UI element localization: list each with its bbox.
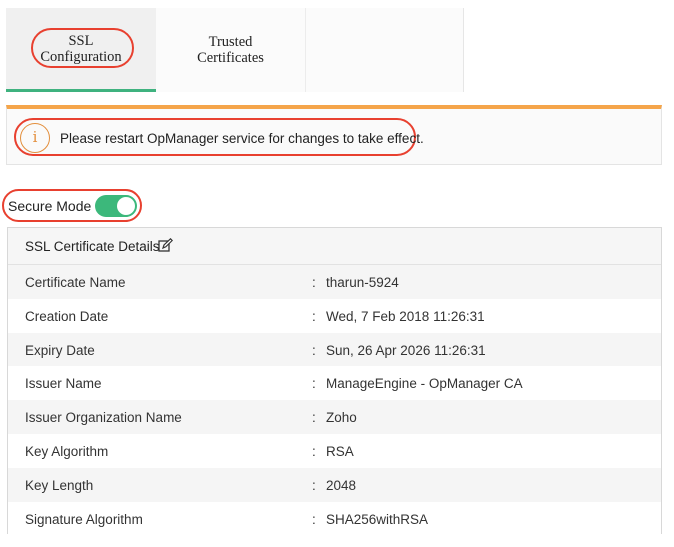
- row-label: Issuer Organization Name: [25, 410, 182, 426]
- toggle-knob: [117, 197, 135, 215]
- table-row: Issuer Name : ManageEngine - OpManager C…: [8, 366, 661, 401]
- row-label: Signature Algorithm: [25, 511, 143, 527]
- secure-mode-toggle[interactable]: [95, 195, 137, 217]
- row-value: 2048: [326, 477, 357, 493]
- row-label: Key Algorithm: [25, 443, 109, 459]
- edit-icon[interactable]: [158, 238, 173, 253]
- table-row: Expiry Date : Sun, 26 Apr 2026 11:26:31: [8, 332, 661, 367]
- row-separator: :: [312, 511, 316, 527]
- table-row: Signature Algorithm : SHA256withRSA: [8, 501, 661, 536]
- table-row: Certificate Name : tharun-5924: [8, 265, 661, 299]
- info-icon: i: [20, 123, 50, 153]
- row-label: Key Length: [25, 477, 94, 493]
- row-separator: :: [312, 308, 316, 324]
- row-value: Zoho: [326, 410, 357, 426]
- row-separator: :: [312, 443, 316, 459]
- row-label: Issuer Name: [25, 376, 102, 392]
- row-value: RSA: [326, 443, 354, 459]
- table-row: Key Algorithm : RSA: [8, 433, 661, 468]
- tab-label: Trusted Certificates: [197, 34, 264, 66]
- tab-label: SSL Configuration: [40, 32, 122, 65]
- row-separator: :: [312, 342, 316, 358]
- panel-header: SSL Certificate Details: [8, 228, 661, 265]
- tab-ssl-configuration[interactable]: SSL Configuration: [6, 8, 156, 92]
- row-label: Certificate Name: [25, 275, 126, 290]
- row-value: Wed, 7 Feb 2018 11:26:31: [326, 308, 485, 324]
- details-table: Certificate Name : tharun-5924 Creation …: [8, 265, 661, 536]
- row-value: ManageEngine - OpManager CA: [326, 376, 523, 392]
- panel-title: SSL Certificate Details: [25, 239, 160, 254]
- table-row: Creation Date : Wed, 7 Feb 2018 11:26:31: [8, 298, 661, 333]
- ssl-certificate-details-panel: SSL Certificate Details Certificate Name…: [7, 227, 662, 536]
- table-row: Issuer Organization Name : Zoho: [8, 400, 661, 434]
- tab-bar-empty-area: [306, 8, 464, 92]
- row-label: Creation Date: [25, 308, 109, 324]
- restart-notice: i Please restart OpManager service for c…: [6, 105, 662, 165]
- row-separator: :: [312, 376, 316, 392]
- row-separator: :: [312, 410, 316, 426]
- row-value: tharun-5924: [326, 275, 399, 290]
- row-separator: :: [312, 477, 316, 493]
- row-separator: :: [312, 275, 316, 290]
- secure-mode-label: Secure Mode: [8, 198, 92, 214]
- row-value: SHA256withRSA: [326, 511, 429, 527]
- tab-bar: SSL Configuration Trusted Certificates: [6, 8, 464, 92]
- tab-trusted-certificates[interactable]: Trusted Certificates: [156, 8, 306, 92]
- row-label: Expiry Date: [25, 342, 95, 358]
- notice-text: Please restart OpManager service for cha…: [60, 131, 424, 146]
- table-row: Key Length : 2048: [8, 467, 661, 502]
- row-value: Sun, 26 Apr 2026 11:26:31: [326, 342, 486, 358]
